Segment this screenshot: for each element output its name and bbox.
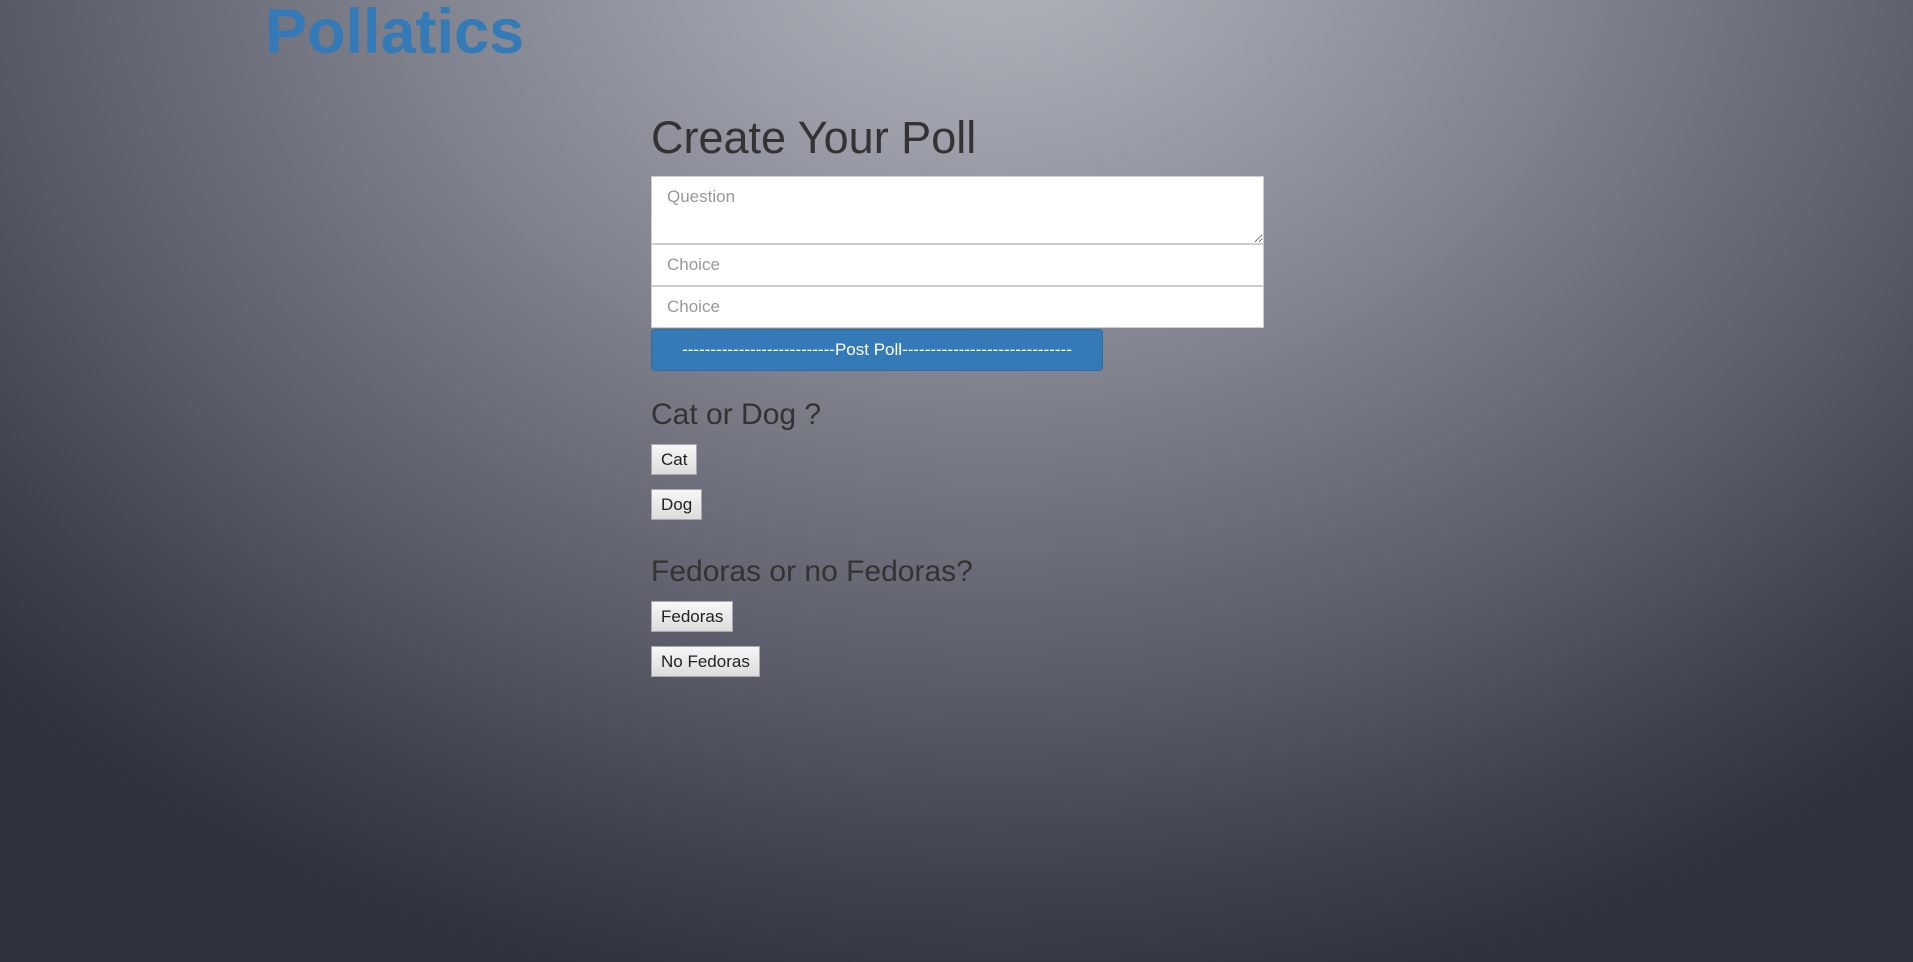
main-content: Create Your Poll -----------------------… xyxy=(651,108,1264,691)
poll-card: Cat or Dog ? Cat Dog xyxy=(651,397,1264,520)
vote-button-no-fedoras[interactable]: No Fedoras xyxy=(651,646,760,677)
poll-question: Fedoras or no Fedoras? xyxy=(651,555,973,588)
post-poll-button[interactable]: ---------------------------Post Poll----… xyxy=(651,329,1103,371)
poll-card: Fedoras or no Fedoras? Fedoras No Fedora… xyxy=(651,554,1264,677)
brand-title: Pollatics xyxy=(265,0,525,67)
poll-question: Cat or Dog ? xyxy=(651,398,822,431)
create-poll-form: ---------------------------Post Poll----… xyxy=(651,176,1264,371)
question-input[interactable] xyxy=(651,176,1264,244)
choice-input-1[interactable] xyxy=(651,244,1264,286)
vote-button-dog[interactable]: Dog xyxy=(651,489,703,520)
page-title: Create Your Poll xyxy=(651,112,977,163)
choice-input-2[interactable] xyxy=(651,286,1264,328)
vote-button-fedoras[interactable]: Fedoras xyxy=(651,601,734,632)
vote-button-cat[interactable]: Cat xyxy=(651,444,698,475)
